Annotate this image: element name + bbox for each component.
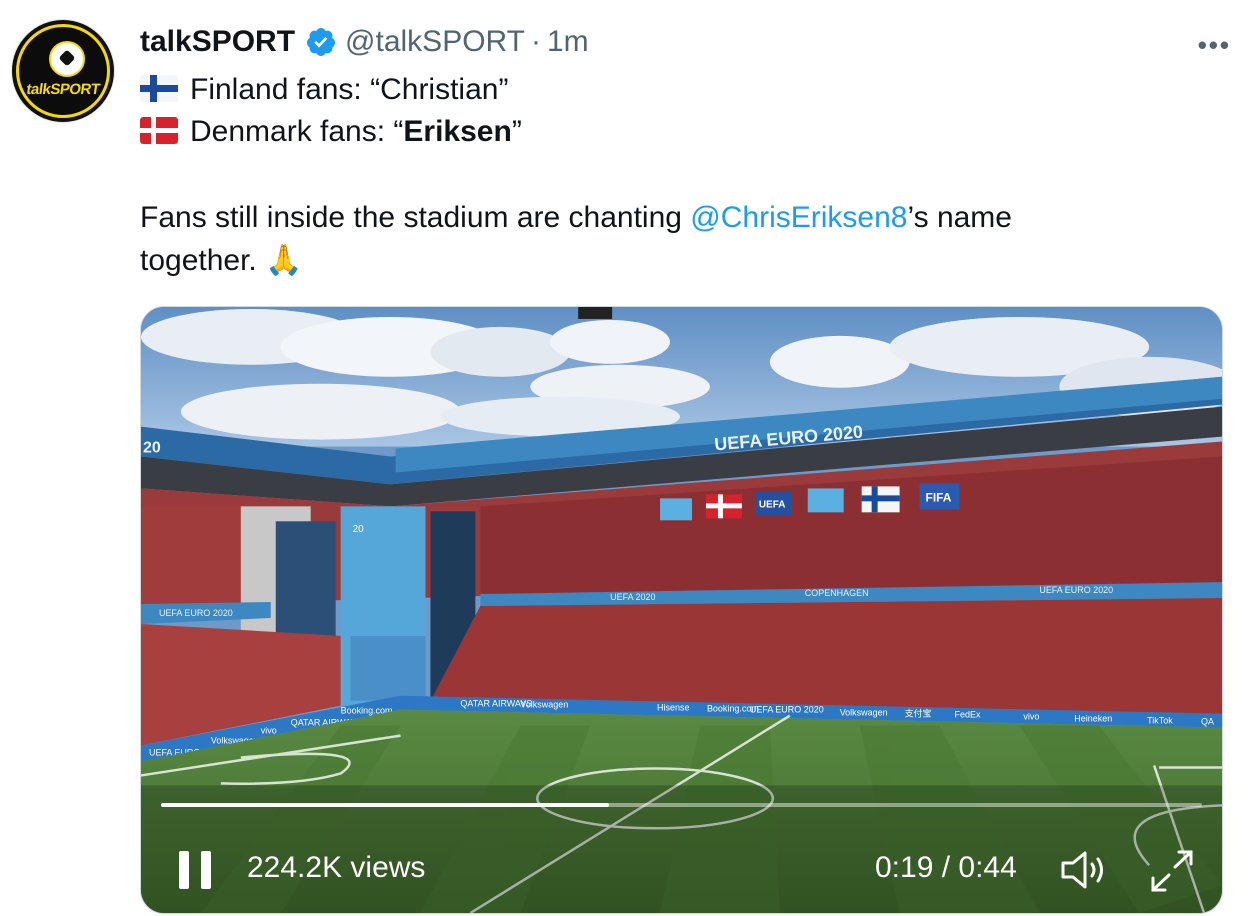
banner-left-text: 20: [143, 440, 161, 457]
tweet-timestamp[interactable]: 1m: [547, 25, 589, 59]
ad-text-6: Volkswagen: [840, 708, 888, 718]
ad-text-12: QA: [1201, 717, 1214, 727]
tier-right-text: UEFA EURO 2020: [1039, 585, 1113, 595]
tweet-body-line-2: together. 🙏: [140, 244, 303, 277]
ad-left-text-3: vivo: [261, 726, 277, 736]
ad-text-8: FedEx: [954, 710, 980, 720]
video-progress-fill: [161, 803, 609, 807]
ad-text-2: Volkswagen: [520, 700, 568, 710]
talksport-logo: talkSPORT: [16, 24, 110, 118]
tweet-line-denmark: Denmark fans: “Eriksen”: [140, 110, 522, 153]
body-text-end: ’s name: [907, 201, 1012, 234]
author-handle[interactable]: @talkSPORT: [345, 25, 525, 59]
view-count: 224.2K views: [247, 851, 426, 884]
tier-center-text: UEFA 2020: [610, 592, 655, 602]
body-text-start: Fans still inside the stadium are chanti…: [140, 201, 691, 234]
ad-text-10: Heineken: [1074, 714, 1112, 724]
ad-text-11: TikTok: [1147, 716, 1173, 726]
author-name[interactable]: talkSPORT: [140, 25, 295, 59]
ad-text-3: Hisense: [657, 703, 689, 713]
video-frame-stadium: UEFA EURO 2020 20 20 UEFA FIFA UEFA EURO…: [141, 307, 1222, 913]
football-icon: [49, 41, 85, 77]
separator-dot: ·: [531, 25, 541, 58]
finland-flag-icon: [140, 75, 178, 102]
flag-label-fifa: FIFA: [926, 490, 952, 504]
denmark-text-prefix: Denmark fans: “: [190, 115, 404, 148]
tower-text: 20: [353, 524, 365, 535]
tier-left-text: UEFA EURO 2020: [159, 608, 233, 618]
denmark-flag-icon: [140, 117, 178, 144]
flag-label-uefa: UEFA: [759, 499, 786, 510]
avatar[interactable]: talkSPORT: [12, 20, 114, 122]
ad-text-5: UEFA EURO 2020: [750, 705, 824, 715]
tweet-line-finland: Finland fans: “Christian”: [140, 68, 508, 111]
fullscreen-icon[interactable]: [1149, 849, 1195, 893]
video-progress-bar[interactable]: [161, 803, 1202, 807]
tier-city-text: COPENHAGEN: [805, 588, 869, 598]
tweet-body-line-1: Fans still inside the stadium are chanti…: [140, 196, 1012, 239]
pause-icon[interactable]: [179, 851, 211, 889]
tweet-header: talkSPORT @talkSPORT · 1m: [140, 22, 589, 62]
verified-badge-icon: [307, 28, 336, 56]
mention-link[interactable]: @ChrisEriksen8: [690, 201, 907, 234]
finland-text: Finland fans: “Christian”: [190, 73, 509, 106]
denmark-text-bold: Eriksen: [403, 115, 512, 148]
more-icon[interactable]: •••: [1198, 30, 1231, 61]
ad-text-7: 支付宝: [905, 708, 932, 719]
ad-text-9: vivo: [1023, 712, 1039, 722]
denmark-text-suffix: ”: [511, 115, 522, 148]
avatar-logo-text: talkSPORT: [25, 81, 101, 98]
video-timecode: 0:19 / 0:44: [875, 851, 1017, 884]
video-player[interactable]: UEFA EURO 2020 20 20 UEFA FIFA UEFA EURO…: [140, 306, 1223, 914]
volume-icon[interactable]: [1059, 849, 1111, 891]
